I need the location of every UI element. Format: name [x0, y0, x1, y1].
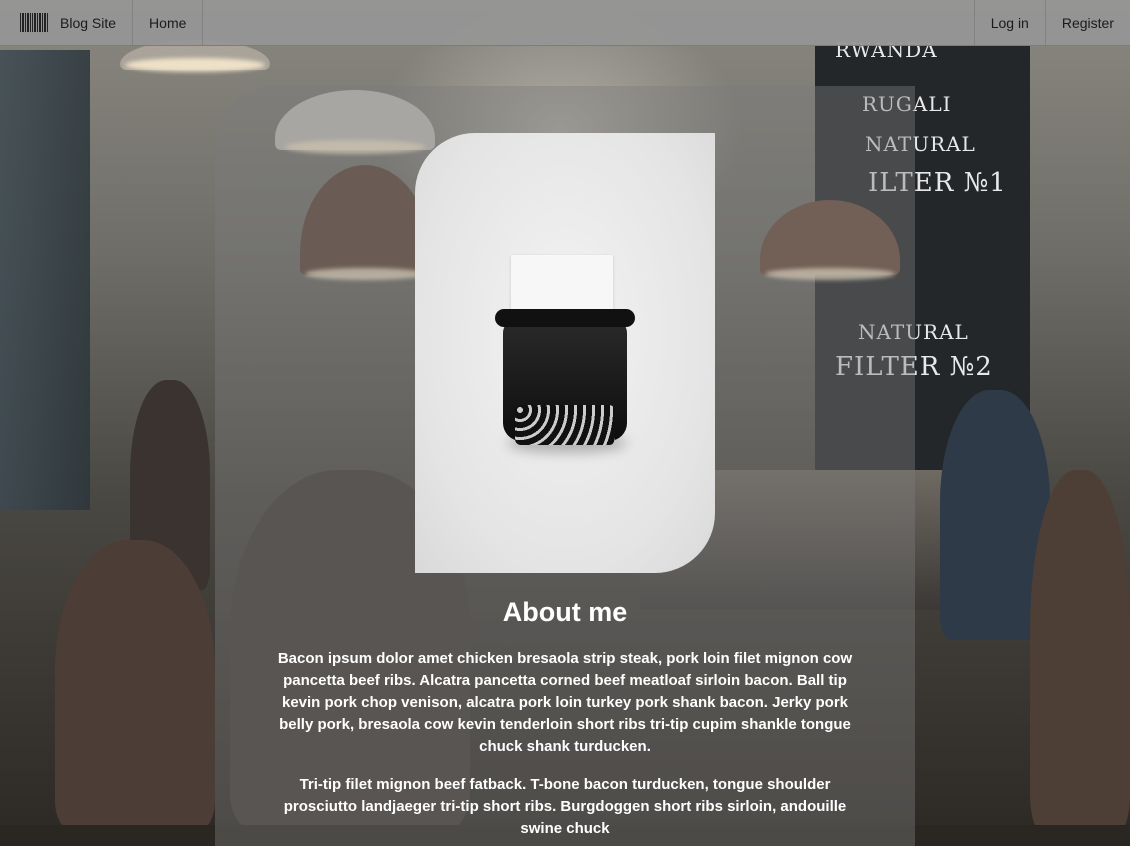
top-navbar: Blog Site Home Log in Register — [0, 0, 1130, 46]
navbar-right-group: Log in Register — [973, 0, 1130, 45]
about-paragraph-1: Bacon ipsum dolor amet chicken bresaola … — [277, 650, 853, 755]
nav-home-link[interactable]: Home — [133, 0, 204, 45]
brand-label: Blog Site — [60, 14, 117, 31]
typewriter-photo — [415, 133, 715, 573]
brand-link[interactable]: Blog Site — [0, 0, 134, 45]
about-paragraph-2: Tri-tip filet mignon beef fatback. T-bon… — [283, 776, 847, 837]
navbar-spacer — [203, 0, 973, 45]
about-title: About me — [502, 597, 628, 627]
barcode-icon — [20, 13, 48, 32]
register-link[interactable]: Register — [1044, 0, 1130, 45]
login-link[interactable]: Log in — [973, 0, 1045, 45]
